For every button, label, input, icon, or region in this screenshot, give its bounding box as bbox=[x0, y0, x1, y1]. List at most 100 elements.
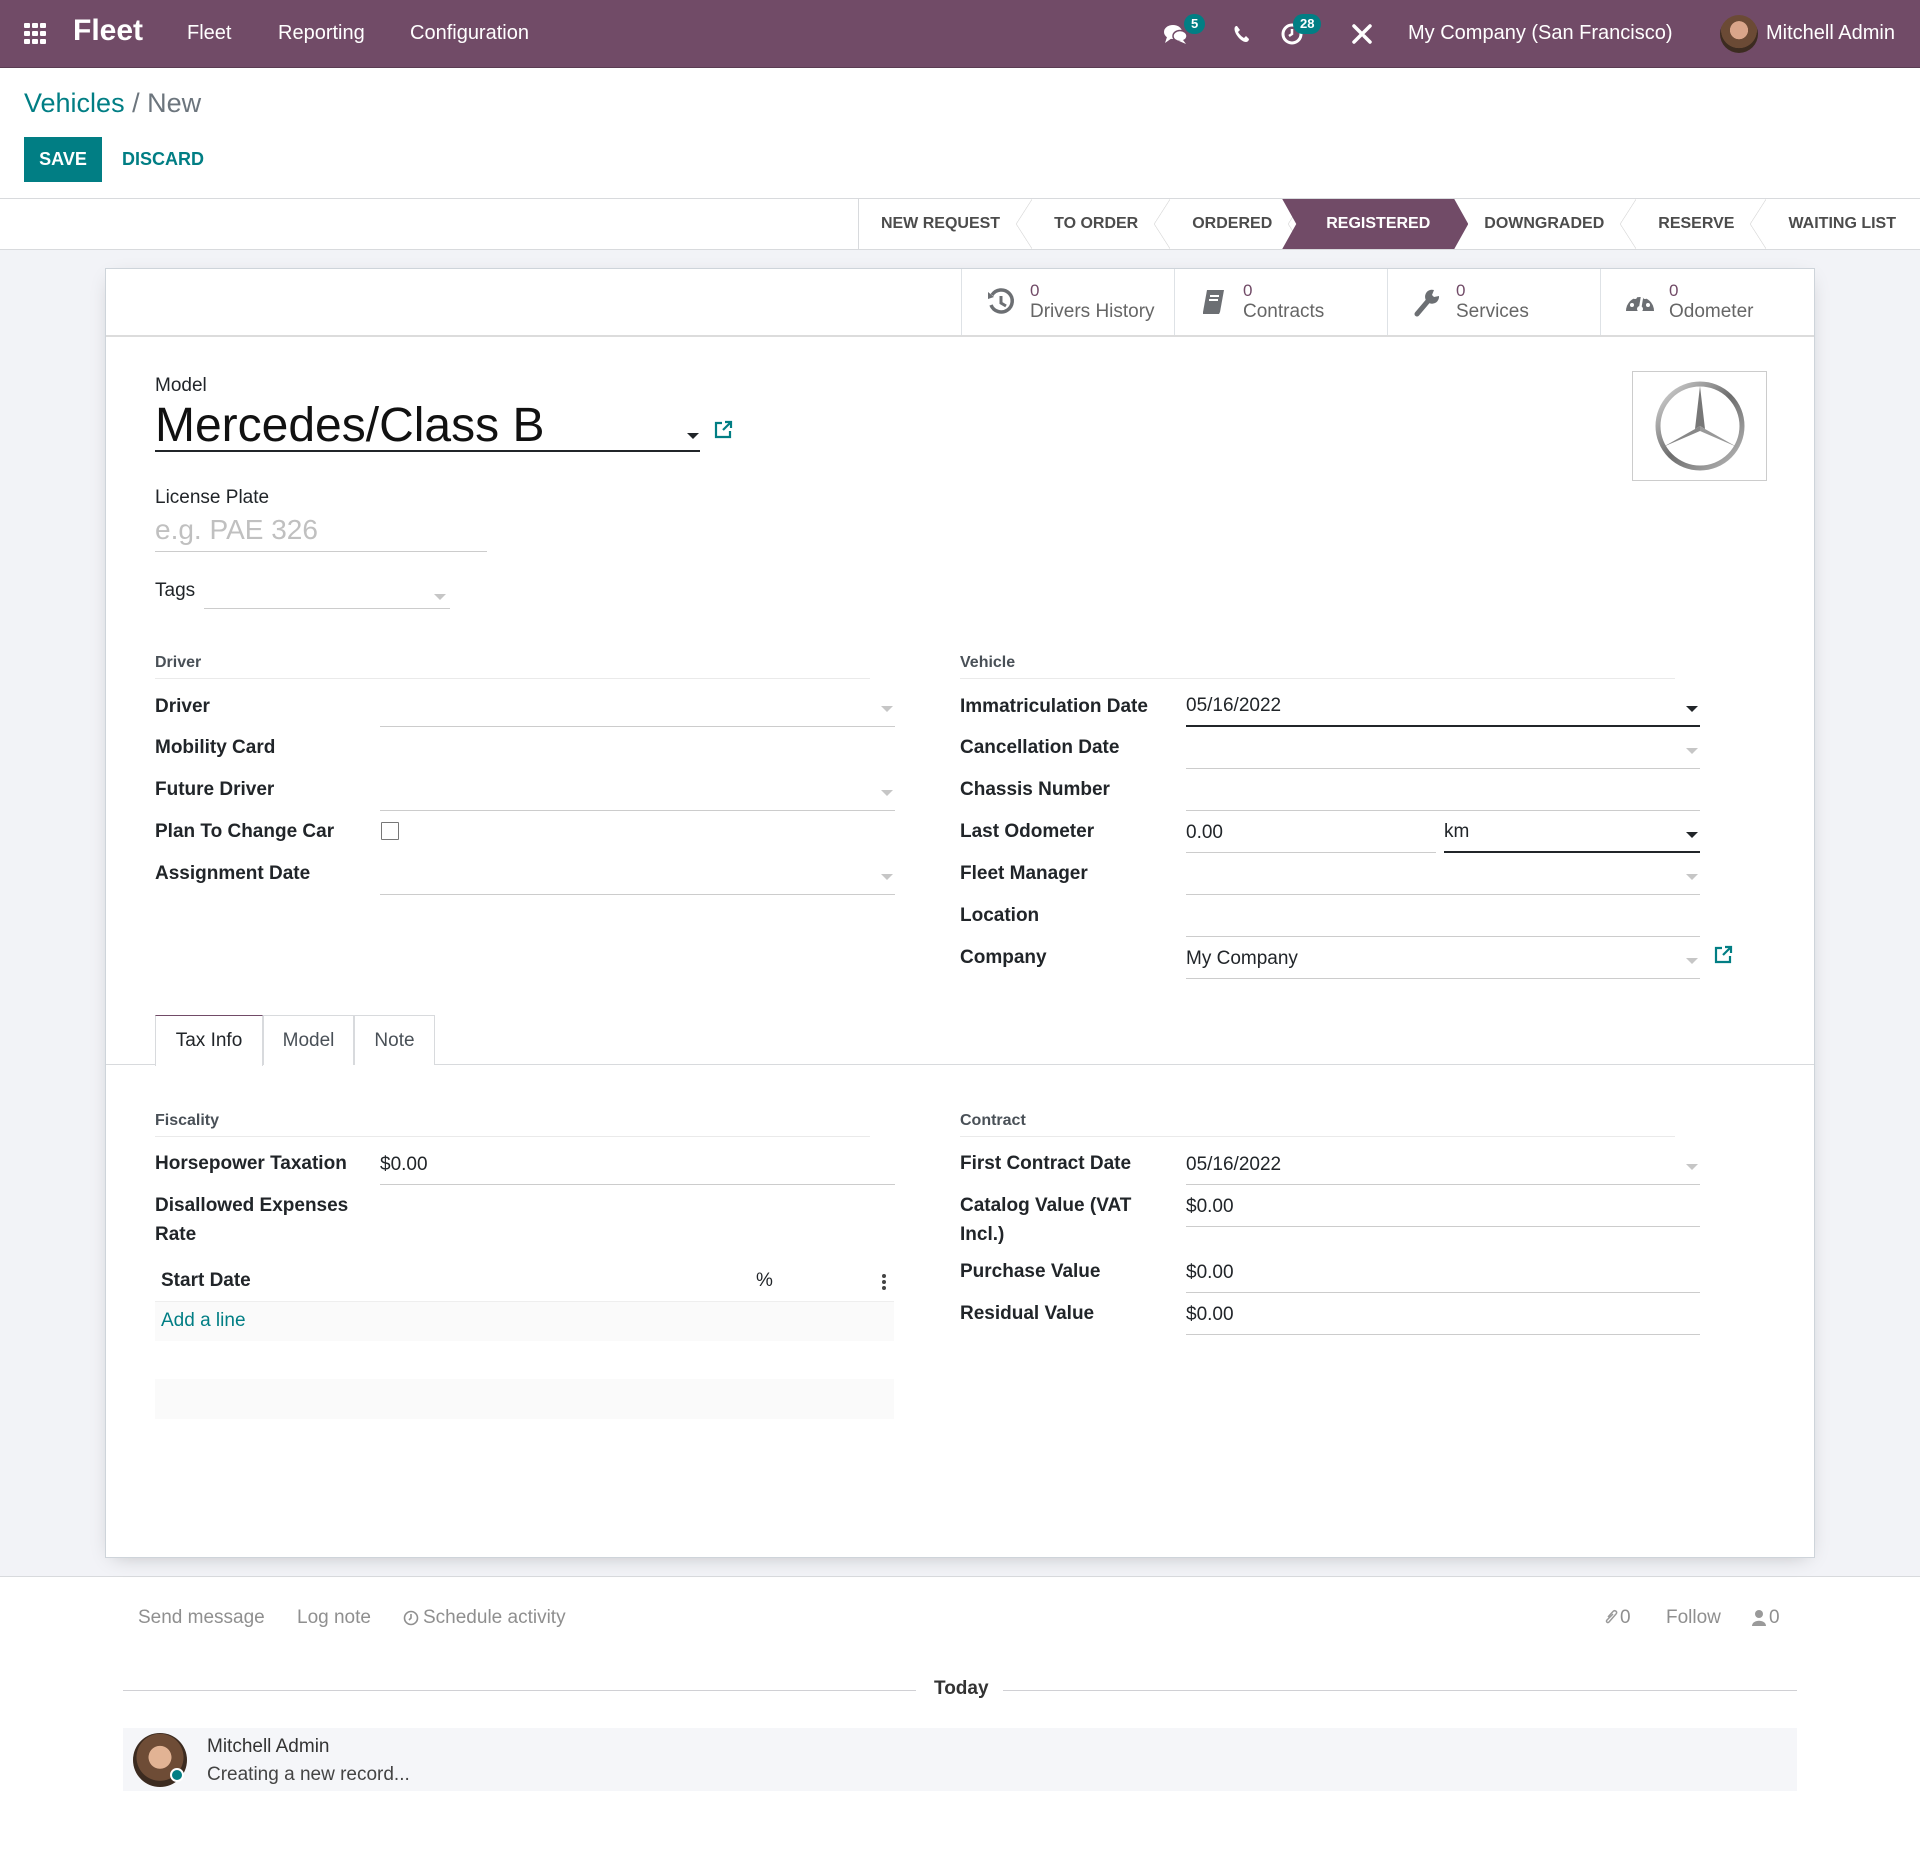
services-button[interactable]: 0 Services bbox=[1388, 269, 1601, 335]
tab-note[interactable]: Note bbox=[354, 1015, 435, 1065]
schedule-activity-label: Schedule activity bbox=[423, 1607, 566, 1628]
vehicle-group-divider bbox=[960, 678, 1675, 679]
vehicle-image[interactable] bbox=[1632, 371, 1767, 481]
plan-to-change-car-label: Plan To Change Car bbox=[155, 821, 335, 842]
driver-dropdown-icon[interactable] bbox=[881, 706, 893, 712]
residual-value-input[interactable]: $0.00 bbox=[1186, 1295, 1700, 1335]
model-field[interactable]: Mercedes/Class B bbox=[155, 401, 700, 452]
company-switcher[interactable]: My Company (San Francisco) bbox=[1408, 22, 1673, 45]
services-label: Services bbox=[1456, 301, 1529, 322]
disallowed-expenses-rate-label: Disallowed Expenses Rate bbox=[155, 1195, 349, 1245]
top-navbar: Fleet Fleet Reporting Configuration 5 28… bbox=[0, 0, 1920, 68]
odometer-unit-select[interactable]: km bbox=[1444, 813, 1700, 853]
followers-count: 0 bbox=[1769, 1607, 1780, 1628]
tags-dropdown-icon[interactable] bbox=[434, 594, 446, 600]
future-driver-input[interactable] bbox=[380, 771, 895, 811]
stage-downgraded[interactable]: DOWNGRADED bbox=[1454, 199, 1637, 249]
column-percent[interactable]: % bbox=[756, 1266, 773, 1295]
optional-columns-icon[interactable] bbox=[882, 1273, 886, 1291]
user-menu[interactable]: Mitchell Admin bbox=[1766, 22, 1895, 45]
follow-button[interactable]: Follow bbox=[1666, 1607, 1721, 1629]
app-brand[interactable]: Fleet bbox=[73, 14, 143, 48]
odometer-unit-dropdown-icon[interactable] bbox=[1686, 832, 1698, 838]
rates-list-add-row: Add a line bbox=[155, 1301, 894, 1341]
breadcrumb-separator: / bbox=[132, 88, 140, 118]
company-input[interactable]: My Company bbox=[1186, 939, 1700, 979]
first-contract-date-dropdown-icon[interactable] bbox=[1686, 1164, 1698, 1170]
last-odometer-input[interactable]: 0.00 bbox=[1186, 813, 1436, 853]
catalog-value-input[interactable]: $0.00 bbox=[1186, 1187, 1700, 1227]
company-label: Company bbox=[960, 947, 1047, 968]
future-driver-dropdown-icon[interactable] bbox=[881, 790, 893, 796]
date-separator-right bbox=[1003, 1690, 1797, 1691]
log-note-button[interactable]: Log note bbox=[297, 1607, 371, 1629]
company-dropdown-icon[interactable] bbox=[1686, 958, 1698, 964]
menu-reporting[interactable]: Reporting bbox=[278, 22, 365, 45]
breadcrumb: Vehicles / New bbox=[24, 88, 201, 119]
user-avatar[interactable] bbox=[1720, 15, 1758, 53]
followers-button[interactable]: 0 bbox=[1752, 1607, 1780, 1629]
cancellation-date-dropdown-icon[interactable] bbox=[1686, 748, 1698, 754]
license-plate-input[interactable]: e.g. PAE 326 bbox=[155, 514, 487, 552]
tags-input[interactable] bbox=[204, 574, 450, 609]
horsepower-taxation-input[interactable]: $0.00 bbox=[380, 1145, 895, 1185]
date-separator-left bbox=[123, 1690, 916, 1691]
save-button[interactable]: SAVE bbox=[24, 137, 102, 182]
send-message-button[interactable]: Send message bbox=[138, 1607, 265, 1629]
fleet-manager-dropdown-icon[interactable] bbox=[1686, 874, 1698, 880]
breadcrumb-vehicles[interactable]: Vehicles bbox=[24, 88, 125, 118]
menu-configuration[interactable]: Configuration bbox=[410, 22, 529, 45]
chassis-number-input[interactable] bbox=[1186, 771, 1700, 811]
debug-tools-icon[interactable] bbox=[1348, 20, 1376, 48]
immatriculation-date-dropdown-icon[interactable] bbox=[1686, 706, 1698, 712]
tab-tax-info[interactable]: Tax Info bbox=[155, 1015, 263, 1066]
message-author[interactable]: Mitchell Admin bbox=[207, 1736, 330, 1758]
first-contract-date-input[interactable]: 05/16/2022 bbox=[1186, 1145, 1700, 1185]
messages-badge: 5 bbox=[1184, 14, 1206, 34]
date-separator-label: Today bbox=[934, 1678, 989, 1699]
last-odometer-label: Last Odometer bbox=[960, 821, 1095, 842]
apps-menu-icon[interactable] bbox=[24, 23, 48, 45]
odometer-count: 0 bbox=[1669, 281, 1679, 300]
drivers-history-count: 0 bbox=[1030, 281, 1040, 300]
location-input[interactable] bbox=[1186, 897, 1700, 937]
plan-to-change-car-checkbox[interactable] bbox=[381, 822, 399, 840]
fiscality-group-title: Fiscality bbox=[155, 1112, 220, 1129]
attachments-count: 0 bbox=[1620, 1607, 1631, 1628]
company-external-link-icon[interactable] bbox=[1712, 944, 1734, 966]
discard-button[interactable]: DISCARD bbox=[114, 137, 212, 182]
fleet-manager-label: Fleet Manager bbox=[960, 863, 1088, 884]
stage-registered[interactable]: REGISTERED bbox=[1282, 199, 1468, 249]
stage-to-order[interactable]: TO ORDER bbox=[1024, 199, 1171, 249]
schedule-activity-button[interactable]: Schedule activity bbox=[403, 1607, 566, 1629]
stage-new-request[interactable]: NEW REQUEST bbox=[859, 199, 1033, 249]
model-dropdown-icon[interactable] bbox=[687, 433, 699, 439]
assignment-date-dropdown-icon[interactable] bbox=[881, 874, 893, 880]
cancellation-date-input[interactable] bbox=[1186, 729, 1700, 769]
attachments-button[interactable]: 0 bbox=[1604, 1607, 1631, 1629]
purchase-value-input[interactable]: $0.00 bbox=[1186, 1253, 1700, 1293]
contracts-label: Contracts bbox=[1243, 301, 1325, 322]
driver-input[interactable] bbox=[380, 687, 895, 727]
user-icon bbox=[1752, 1609, 1766, 1627]
smart-buttons: 0 Drivers History 0 Contracts 0 Services 0O… bbox=[961, 269, 1814, 335]
tab-model[interactable]: Model bbox=[263, 1015, 354, 1065]
contracts-button[interactable]: 0 Contracts bbox=[1175, 269, 1388, 335]
add-a-line-link[interactable]: Add a line bbox=[161, 1310, 246, 1332]
breadcrumb-current: New bbox=[147, 88, 202, 118]
odometer-button[interactable]: 0 Odometer bbox=[1601, 269, 1814, 335]
phone-icon[interactable] bbox=[1228, 20, 1256, 48]
menu-fleet[interactable]: Fleet bbox=[187, 22, 231, 45]
column-start-date[interactable]: Start Date bbox=[161, 1266, 251, 1295]
fleet-manager-input[interactable] bbox=[1186, 855, 1700, 895]
first-contract-date-label: First Contract Date bbox=[960, 1153, 1132, 1174]
assignment-date-input[interactable] bbox=[380, 855, 895, 895]
drivers-history-button[interactable]: 0 Drivers History bbox=[962, 269, 1175, 335]
stage-waiting-list[interactable]: WAITING LIST bbox=[1758, 199, 1920, 249]
model-external-link-icon[interactable] bbox=[712, 419, 734, 441]
stage-ordered[interactable]: ORDERED bbox=[1162, 199, 1305, 249]
purchase-value-label: Purchase Value bbox=[960, 1261, 1101, 1282]
stage-reserve[interactable]: RESERVE bbox=[1628, 199, 1767, 249]
immatriculation-date-input[interactable]: 05/16/2022 bbox=[1186, 687, 1700, 727]
drivers-history-label: Drivers History bbox=[1030, 301, 1155, 322]
